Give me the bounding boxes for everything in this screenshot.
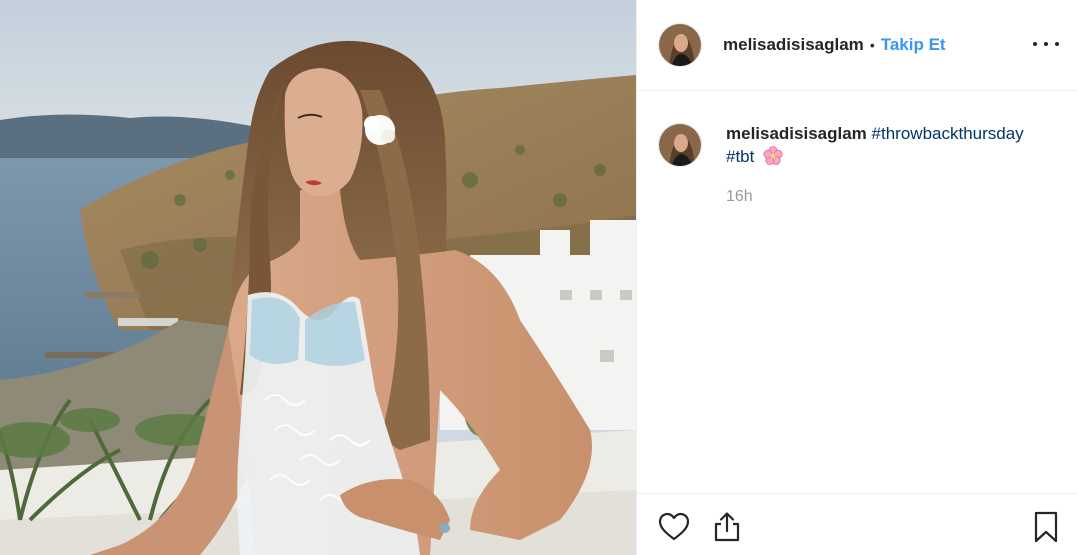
hashtag-link[interactable]: #throwbackthursday [872, 124, 1024, 143]
caption-comment: melisadisisaglam #throwbackthursday #tbt… [658, 122, 1057, 208]
post-timestamp[interactable]: 16h [726, 185, 1024, 208]
follow-button[interactable]: Takip Et [881, 35, 946, 55]
share-icon[interactable] [710, 510, 744, 544]
hashtag-link[interactable]: #tbt [726, 147, 754, 166]
avatar[interactable] [658, 23, 702, 67]
post-photo[interactable] [0, 0, 636, 555]
heart-icon[interactable] [657, 510, 691, 544]
caption-username[interactable]: melisadisisaglam [726, 124, 867, 143]
more-dot [1044, 42, 1048, 46]
more-dot [1055, 42, 1059, 46]
post-photo-image [0, 0, 636, 555]
separator-dot: • [869, 37, 875, 53]
bookmark-icon[interactable] [1029, 510, 1063, 544]
avatar[interactable] [658, 123, 702, 167]
more-dots-icon[interactable] [1033, 32, 1059, 56]
cherry-blossom-emoji [763, 146, 783, 165]
caption-body: melisadisisaglam #throwbackthursday #tbt… [726, 122, 1024, 208]
post-username[interactable]: melisadisisaglam [723, 35, 864, 55]
more-dot [1033, 42, 1037, 46]
post-header: melisadisisaglam • Takip Et [637, 0, 1077, 91]
post-side-panel: melisadisisaglam • Takip Et melisadisisa… [636, 0, 1077, 555]
action-bar [637, 493, 1077, 555]
